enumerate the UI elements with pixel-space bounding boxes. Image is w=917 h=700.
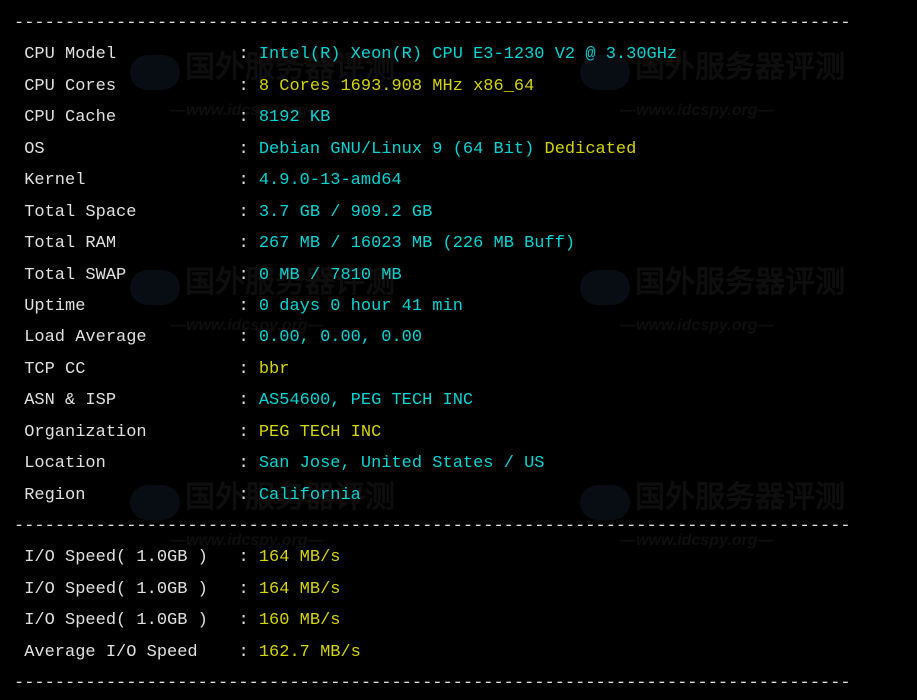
label-kernel: Kernel <box>24 165 85 196</box>
value-location: San Jose, United States / US <box>259 454 545 473</box>
row-tcp-cc: TCP CC : bbr <box>14 354 903 385</box>
value-os-type: Dedicated <box>545 140 637 159</box>
row-region: Region : California <box>14 480 903 511</box>
divider-top: ----------------------------------------… <box>14 8 903 39</box>
row-organization: Organization : PEG TECH INC <box>14 417 903 448</box>
value-io-1: 164 MB/s <box>259 548 341 567</box>
row-kernel: Kernel : 4.9.0-13-amd64 <box>14 165 903 196</box>
label-total-swap: Total SWAP <box>24 260 126 291</box>
label-cpu-model: CPU Model <box>24 39 116 70</box>
label-organization: Organization <box>24 417 146 448</box>
row-uptime: Uptime : 0 days 0 hour 41 min <box>14 291 903 322</box>
value-avg-io: 162.7 MB/s <box>259 643 361 662</box>
row-io-1: I/O Speed( 1.0GB ) : 164 MB/s <box>14 542 903 573</box>
value-asn-isp: AS54600, PEG TECH INC <box>259 391 473 410</box>
label-avg-io: Average I/O Speed <box>24 637 197 668</box>
value-uptime: 0 days 0 hour 41 min <box>259 297 463 316</box>
value-cpu-cache: 8192 KB <box>259 108 330 127</box>
label-io-3: I/O Speed( 1.0GB ) <box>24 605 208 636</box>
row-total-swap: Total SWAP : 0 MB / 7810 MB <box>14 260 903 291</box>
label-load-average: Load Average <box>24 322 146 353</box>
label-os: OS <box>24 134 44 165</box>
label-cpu-cache: CPU Cache <box>24 102 116 133</box>
row-location: Location : San Jose, United States / US <box>14 448 903 479</box>
row-total-ram: Total RAM : 267 MB / 16023 MB (226 MB Bu… <box>14 228 903 259</box>
value-total-swap: 0 MB / 7810 MB <box>259 266 402 285</box>
row-io-3: I/O Speed( 1.0GB ) : 160 MB/s <box>14 605 903 636</box>
row-asn-isp: ASN & ISP : AS54600, PEG TECH INC <box>14 385 903 416</box>
value-tcp-cc: bbr <box>259 360 290 379</box>
label-io-1: I/O Speed( 1.0GB ) <box>24 542 208 573</box>
label-total-space: Total Space <box>24 197 136 228</box>
value-organization: PEG TECH INC <box>259 423 381 442</box>
divider-bottom: ----------------------------------------… <box>14 668 903 699</box>
label-total-ram: Total RAM <box>24 228 116 259</box>
value-io-3: 160 MB/s <box>259 611 341 630</box>
row-os: OS : Debian GNU/Linux 9 (64 Bit) Dedicat… <box>14 134 903 165</box>
row-io-2: I/O Speed( 1.0GB ) : 164 MB/s <box>14 574 903 605</box>
label-asn-isp: ASN & ISP <box>24 385 116 416</box>
label-cpu-cores: CPU Cores <box>24 71 116 102</box>
row-cpu-cache: CPU Cache : 8192 KB <box>14 102 903 133</box>
label-io-2: I/O Speed( 1.0GB ) <box>24 574 208 605</box>
label-uptime: Uptime <box>24 291 85 322</box>
value-cpu-cores: 8 Cores 1693.908 MHz x86_64 <box>259 77 534 96</box>
label-region: Region <box>24 480 85 511</box>
value-os: Debian GNU/Linux 9 (64 Bit) <box>259 140 534 159</box>
value-load-average: 0.00, 0.00, 0.00 <box>259 328 422 347</box>
divider-middle: ----------------------------------------… <box>14 511 903 542</box>
label-location: Location <box>24 448 106 479</box>
value-region: California <box>259 486 361 505</box>
row-total-space: Total Space : 3.7 GB / 909.2 GB <box>14 197 903 228</box>
row-avg-io: Average I/O Speed : 162.7 MB/s <box>14 637 903 668</box>
value-cpu-model: Intel(R) Xeon(R) CPU E3-1230 V2 @ 3.30GH… <box>259 45 677 64</box>
row-cpu-model: CPU Model : Intel(R) Xeon(R) CPU E3-1230… <box>14 39 903 70</box>
label-tcp-cc: TCP CC <box>24 354 85 385</box>
row-cpu-cores: CPU Cores : 8 Cores 1693.908 MHz x86_64 <box>14 71 903 102</box>
value-io-2: 164 MB/s <box>259 580 341 599</box>
value-total-space: 3.7 GB / 909.2 GB <box>259 203 432 222</box>
value-kernel: 4.9.0-13-amd64 <box>259 171 402 190</box>
row-load-average: Load Average : 0.00, 0.00, 0.00 <box>14 322 903 353</box>
value-total-ram: 267 MB / 16023 MB (226 MB Buff) <box>259 234 575 253</box>
